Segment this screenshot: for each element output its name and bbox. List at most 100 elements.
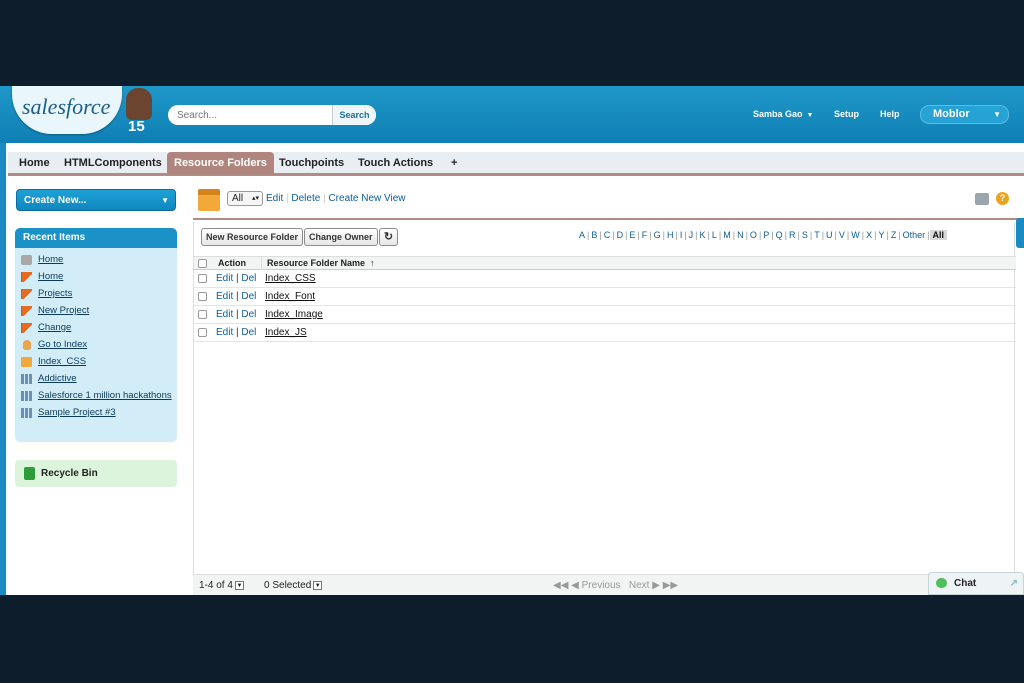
- alpha-x[interactable]: X: [866, 230, 872, 240]
- chevron-down-icon: ▼: [993, 110, 1001, 119]
- chat-widget[interactable]: Chat ↗: [928, 572, 1024, 595]
- alpha-v[interactable]: V: [839, 230, 845, 240]
- side-panel-handle[interactable]: [1016, 218, 1024, 248]
- chart-icon: [21, 374, 32, 384]
- alpha-k[interactable]: K: [700, 230, 706, 240]
- view-select[interactable]: All ▴▾: [227, 191, 263, 206]
- edit-link[interactable]: Edit: [216, 291, 233, 302]
- del-link[interactable]: Del: [241, 291, 256, 302]
- alpha-z[interactable]: Z: [891, 230, 897, 240]
- tab-htmlcomponents[interactable]: HTMLComponents: [57, 152, 169, 174]
- tab-touchpoints[interactable]: Touchpoints: [272, 152, 351, 174]
- recycle-bin[interactable]: Recycle Bin: [15, 460, 177, 487]
- help-icon[interactable]: ?: [996, 192, 1009, 205]
- search-button[interactable]: Search: [332, 105, 376, 125]
- record-count[interactable]: 1-4 of 4 ▼: [199, 575, 244, 595]
- del-link[interactable]: Del: [241, 273, 256, 284]
- folder-name-link[interactable]: Index_Font: [265, 288, 315, 306]
- alpha-g[interactable]: G: [654, 230, 661, 240]
- folder-name-link[interactable]: Index_Image: [265, 306, 323, 324]
- create-new-button[interactable]: Create New... ▼: [16, 189, 176, 211]
- recent-item-link[interactable]: Change: [38, 322, 71, 333]
- salesforce-logo[interactable]: salesforce 15: [8, 86, 152, 140]
- column-name[interactable]: Resource Folder Name ↑: [261, 257, 375, 270]
- recent-item-link[interactable]: Home: [38, 254, 63, 265]
- alpha-other[interactable]: Other: [903, 230, 926, 240]
- delete-view-link[interactable]: Delete: [291, 193, 320, 204]
- help-link[interactable]: Help: [880, 109, 900, 119]
- select-all-checkbox[interactable]: [198, 259, 207, 268]
- edit-view-link[interactable]: Edit: [266, 193, 283, 204]
- alpha-m[interactable]: M: [723, 230, 731, 240]
- row-checkbox[interactable]: [198, 310, 207, 319]
- add-tab-icon[interactable]: +: [444, 152, 464, 174]
- updown-icon: ▴▾: [251, 195, 259, 202]
- alpha-r[interactable]: R: [789, 230, 796, 240]
- alpha-f[interactable]: F: [642, 230, 648, 240]
- folder-name-link[interactable]: Index_JS: [265, 324, 307, 342]
- view-bar: All ▴▾ Edit | Delete | Create New View ?: [193, 180, 1024, 220]
- expand-icon[interactable]: ↗: [1010, 573, 1018, 594]
- tab-home[interactable]: Home: [12, 152, 57, 174]
- tab-resource-folders[interactable]: Resource Folders: [167, 152, 274, 174]
- edit-link[interactable]: Edit: [216, 273, 233, 284]
- del-link[interactable]: Del: [241, 327, 256, 338]
- printer-icon[interactable]: [975, 193, 989, 205]
- next-page-button[interactable]: Next ▶ ▶▶: [629, 580, 678, 591]
- alpha-s[interactable]: S: [802, 230, 808, 240]
- alpha-u[interactable]: U: [826, 230, 833, 240]
- recent-item-link[interactable]: Index_CSS: [38, 356, 86, 367]
- folder-name-link[interactable]: Index_CSS: [265, 270, 316, 288]
- alpha-n[interactable]: N: [737, 230, 744, 240]
- alpha-i[interactable]: I: [680, 230, 683, 240]
- selected-count[interactable]: 0 Selected ▼: [264, 575, 323, 595]
- alpha-h[interactable]: H: [667, 230, 674, 240]
- change-owner-button[interactable]: Change Owner: [304, 228, 378, 246]
- recent-item-link[interactable]: Salesforce 1 million hackathons: [38, 390, 172, 401]
- row-checkbox[interactable]: [198, 292, 207, 301]
- alpha-all[interactable]: All: [929, 230, 948, 240]
- recent-item: New Project: [21, 305, 177, 318]
- setup-link[interactable]: Setup: [834, 109, 859, 119]
- alpha-q[interactable]: Q: [776, 230, 783, 240]
- flag-icon: [21, 306, 32, 316]
- alpha-e[interactable]: E: [629, 230, 635, 240]
- flag-icon: [21, 323, 32, 333]
- row-checkbox[interactable]: [198, 328, 207, 337]
- recent-item-link[interactable]: Go to Index: [38, 339, 87, 350]
- refresh-icon[interactable]: ↻: [379, 228, 398, 246]
- table-row: Edit | Del Index_CSS: [194, 270, 1016, 288]
- alpha-b[interactable]: B: [591, 230, 597, 240]
- recycle-bin-label: Recycle Bin: [41, 468, 98, 479]
- alpha-l[interactable]: L: [712, 230, 717, 240]
- edit-link[interactable]: Edit: [216, 309, 233, 320]
- del-link[interactable]: Del: [241, 309, 256, 320]
- recent-item-link[interactable]: Addictive: [38, 373, 77, 384]
- alpha-d[interactable]: D: [617, 230, 624, 240]
- recent-item-link[interactable]: Sample Project #3: [38, 407, 116, 418]
- row-actions: Edit | Del: [216, 273, 257, 284]
- table-row: Edit | Del Index_JS: [194, 324, 1016, 342]
- alpha-a[interactable]: A: [579, 230, 585, 240]
- recent-item-link[interactable]: Home: [38, 271, 63, 282]
- app-menu[interactable]: Moblor ▼: [920, 105, 1009, 124]
- row-checkbox[interactable]: [198, 274, 207, 283]
- alpha-c[interactable]: C: [604, 230, 611, 240]
- search-input[interactable]: [168, 105, 330, 125]
- recent-item-link[interactable]: New Project: [38, 305, 89, 316]
- previous-page-button[interactable]: ◀◀ ◀ Previous: [553, 580, 621, 591]
- user-menu[interactable]: Samba Gao ▼: [753, 109, 813, 119]
- new-resource-folder-button[interactable]: New Resource Folder: [201, 228, 304, 246]
- app-menu-label: Moblor: [933, 108, 970, 120]
- alpha-j[interactable]: J: [689, 230, 694, 240]
- alpha-t[interactable]: T: [814, 230, 820, 240]
- alpha-o[interactable]: O: [750, 230, 757, 240]
- alpha-w[interactable]: W: [851, 230, 860, 240]
- recent-item-link[interactable]: Projects: [38, 288, 72, 299]
- alpha-p[interactable]: P: [763, 230, 769, 240]
- tab-touch-actions[interactable]: Touch Actions: [351, 152, 440, 174]
- edit-link[interactable]: Edit: [216, 327, 233, 338]
- record-count-label: 1-4 of 4: [199, 580, 233, 591]
- create-new-view-link[interactable]: Create New View: [328, 193, 405, 204]
- alpha-y[interactable]: Y: [878, 230, 884, 240]
